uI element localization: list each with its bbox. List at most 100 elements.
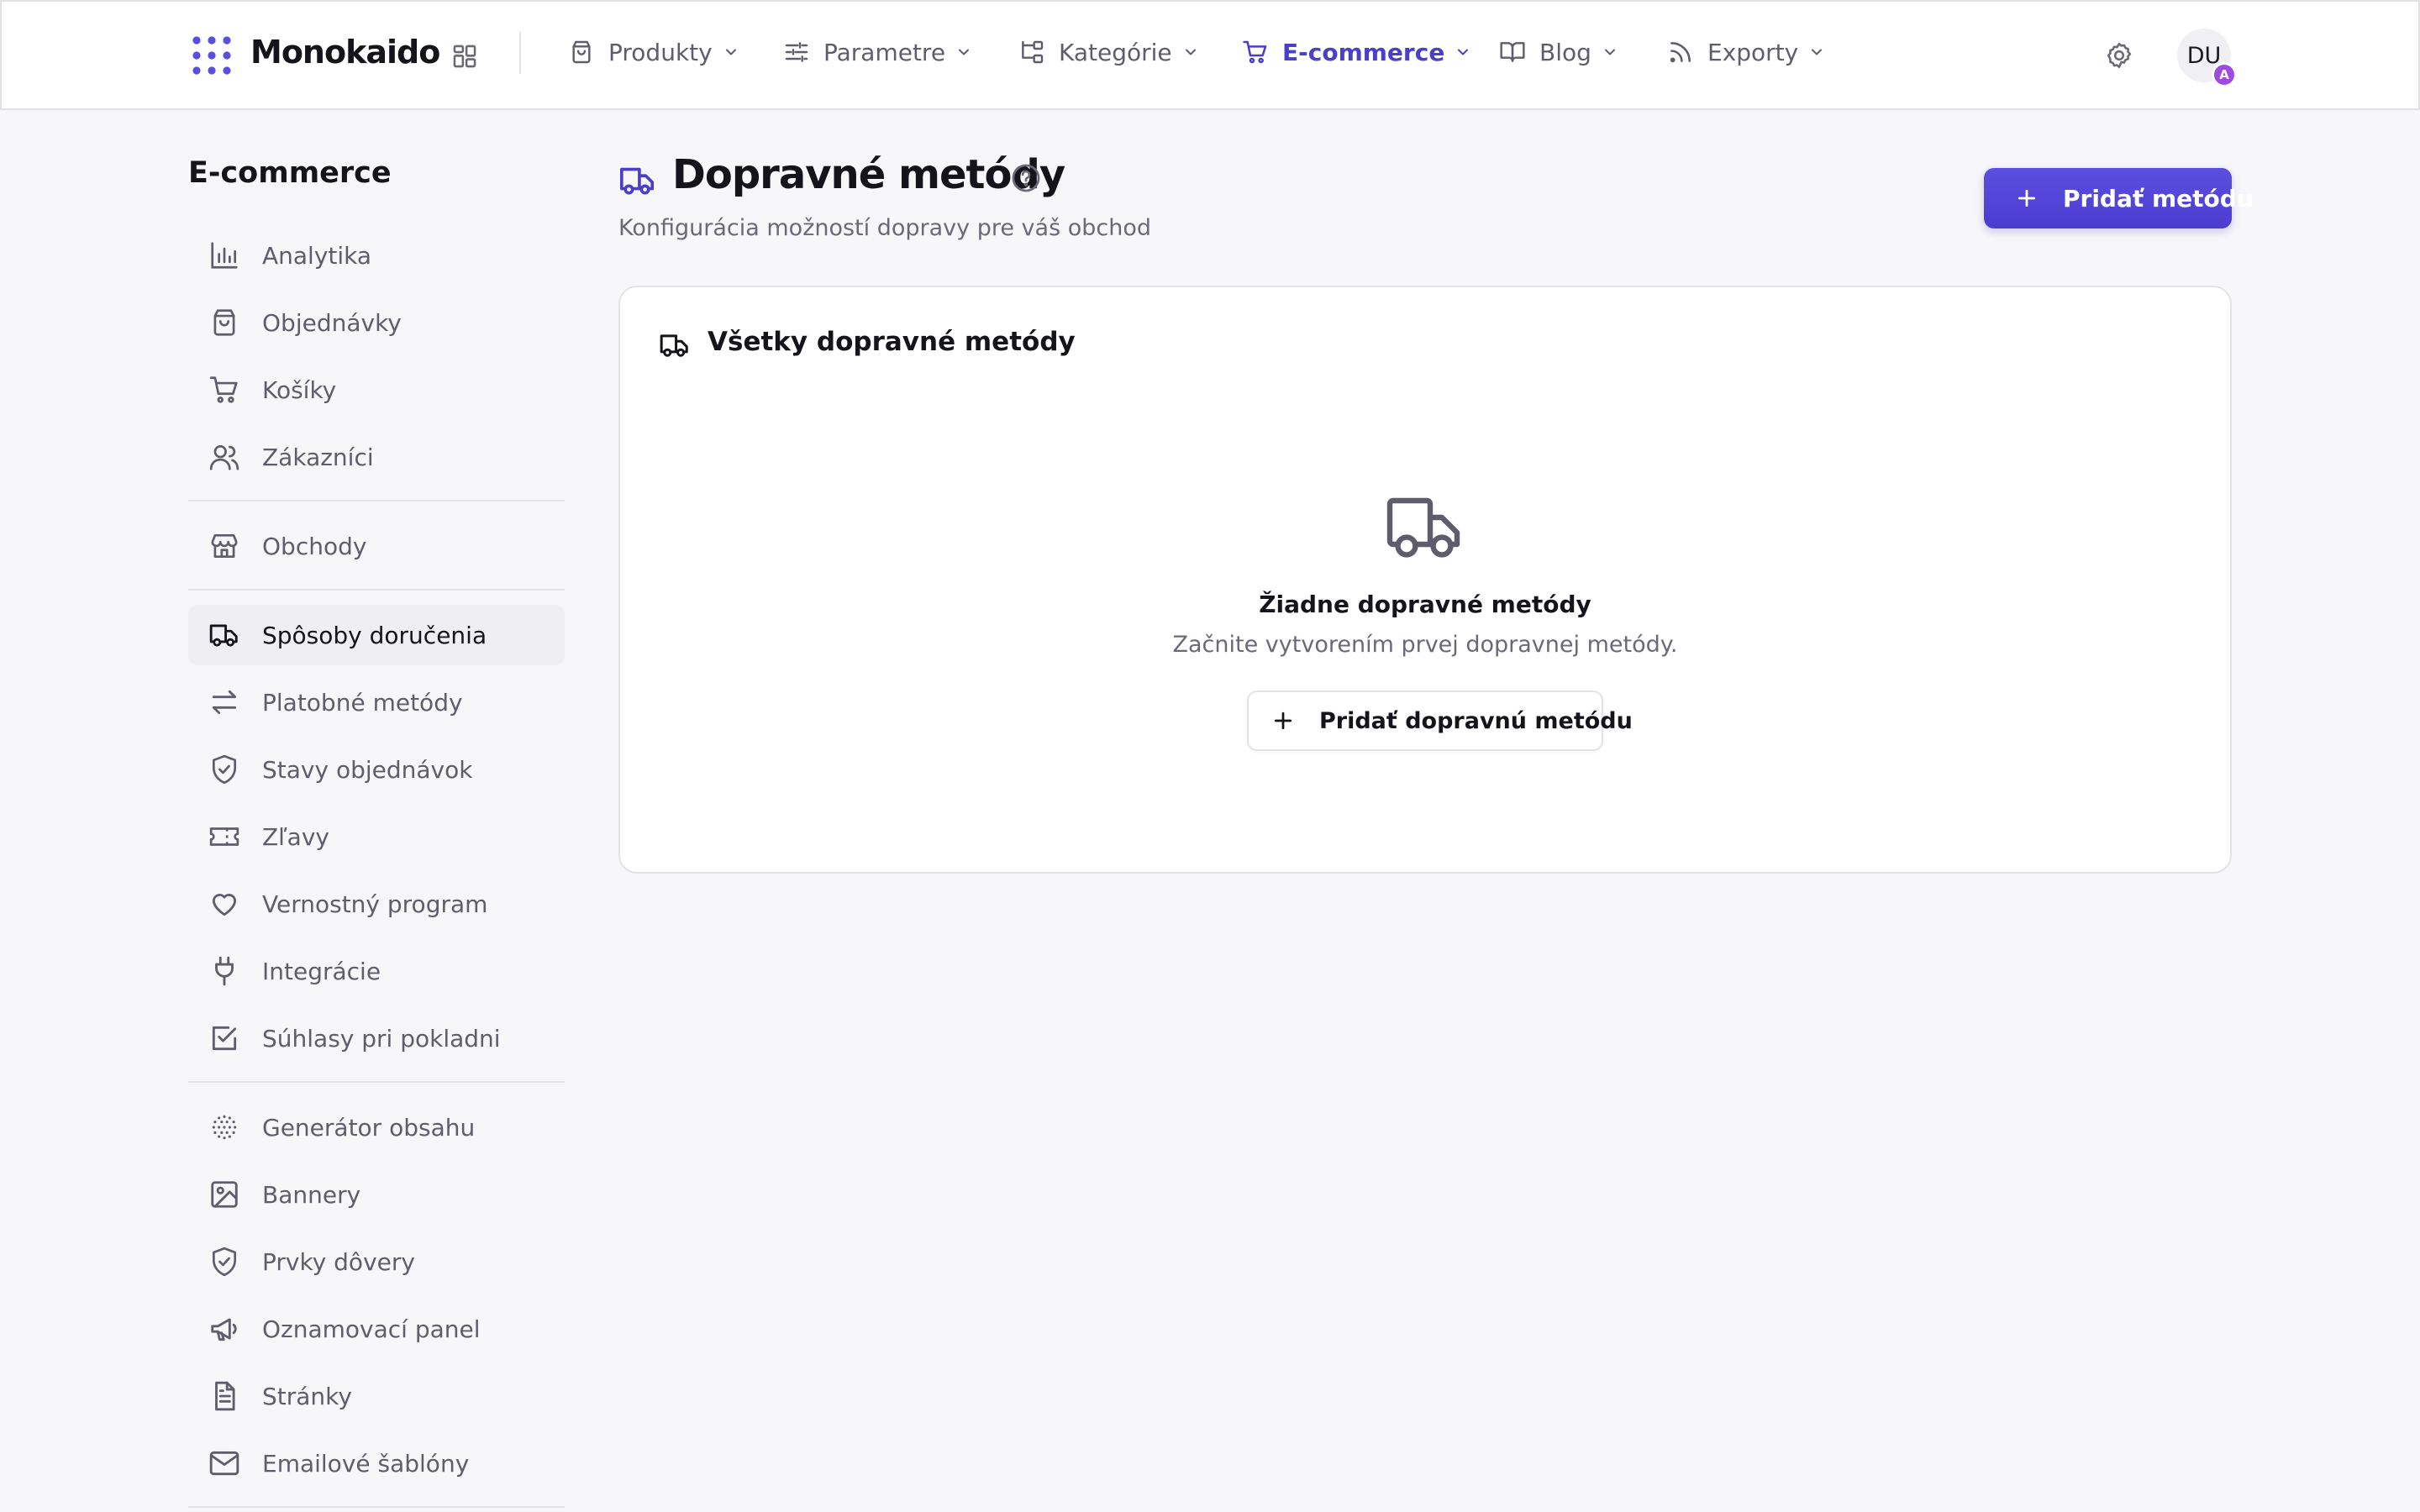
sidebar-item-label: Bannery <box>262 1180 361 1209</box>
add-method-button[interactable]: Pridať metódu <box>1984 168 2254 228</box>
sliders-icon <box>783 39 810 66</box>
sidebar-item-sposoby-dorucenia[interactable]: Spôsoby doručenia <box>188 605 565 665</box>
cart-icon <box>208 374 240 406</box>
empty-state-title: Žiadne dopravné metódy <box>1259 591 1591 618</box>
sidebar-item-analytika[interactable]: Analytika <box>188 225 565 286</box>
sidebar-item-stavy-objednavok[interactable]: Stavy objednávok <box>188 739 565 800</box>
book-icon <box>1499 39 1526 66</box>
page-subtitle: Konfigurácia možností dopravy pre váš ob… <box>618 215 1151 241</box>
sidebar-item-kosiky[interactable]: Košíky <box>188 360 565 420</box>
sidebar-item-label: Prvky dôvery <box>262 1247 415 1276</box>
empty-state-description: Začnite vytvorením prvej dopravnej metód… <box>1172 632 1678 658</box>
image-icon <box>208 1179 240 1210</box>
cart-icon <box>1242 39 1269 66</box>
sidebar-item-prvky-dovery[interactable]: Prvky dôvery <box>188 1231 565 1292</box>
sidebar-item-label: Zákazníci <box>262 443 374 471</box>
megaphone-icon <box>208 1313 240 1345</box>
rss-icon <box>1667 39 1694 66</box>
sidebar-title: E-commerce <box>188 156 392 190</box>
dotted-sphere-icon <box>208 1111 240 1143</box>
add-shipping-method-button[interactable]: Pridať dopravnú metódu <box>1247 690 1633 751</box>
chevron-down-icon <box>955 44 972 60</box>
add-method-button-label: Pridať metódu <box>2063 184 2254 213</box>
nav-item-label: E-commerce <box>1282 38 1445 66</box>
sidebar-item-vernostny-program[interactable]: Vernostný program <box>188 874 565 934</box>
sidebar-item-label: Generátor obsahu <box>262 1113 476 1142</box>
sidebar-item-label: Súhlasy pri pokladni <box>262 1024 501 1053</box>
sidebar-divider <box>188 500 565 501</box>
grid-icon[interactable] <box>450 42 479 71</box>
truck-icon <box>208 619 240 651</box>
sidebar-item-emailove-sablony[interactable]: Emailové šablóny <box>188 1433 565 1494</box>
shield-check-icon <box>208 753 240 785</box>
sidebar-item-zakaznici[interactable]: Zákazníci <box>188 427 565 487</box>
chevron-down-icon <box>1808 44 1825 60</box>
arrows-exchange-icon <box>208 686 240 718</box>
nav-item-label: Blog <box>1539 38 1591 66</box>
sidebar-item-bannery[interactable]: Bannery <box>188 1164 565 1225</box>
truck-icon <box>1383 487 1464 568</box>
sidebar-item-zlavy[interactable]: Zľavy <box>188 806 565 867</box>
ticket-icon <box>208 821 240 853</box>
chevron-down-icon <box>723 44 739 60</box>
page-title: Dopravné metódy <box>672 151 1065 198</box>
nav-item-kategorie[interactable]: Kategórie <box>1018 30 1199 74</box>
sidebar-divider <box>188 589 565 591</box>
sidebar-item-stranky[interactable]: Stránky <box>188 1366 565 1426</box>
nav-item-label: Parametre <box>823 38 946 66</box>
sidebar-item-label: Platobné metódy <box>262 688 463 717</box>
shield-check-icon <box>208 1246 240 1278</box>
sidebar-item-platobne-metody[interactable]: Platobné metódy <box>188 672 565 732</box>
help-icon[interactable] <box>1010 162 1042 194</box>
sidebar-item-label: Spôsoby doručenia <box>262 621 487 649</box>
sidebar-item-label: Analytika <box>262 241 372 270</box>
nav-divider <box>519 32 521 74</box>
sidebar-item-label: Stránky <box>262 1382 352 1410</box>
heart-icon <box>208 888 240 920</box>
sidebar-item-suhlasy-pri-pokladni[interactable]: Súhlasy pri pokladni <box>188 1008 565 1068</box>
sidebar-item-label: Oznamovací panel <box>262 1315 481 1343</box>
truck-icon <box>618 161 657 200</box>
sidebar-item-label: Stavy objednávok <box>262 755 473 784</box>
avatar-badge: A <box>2212 62 2237 87</box>
sidebar-item-label: Košíky <box>262 375 337 404</box>
sidebar-item-obchody[interactable]: Obchody <box>188 516 565 576</box>
nav-item-parametre[interactable]: Parametre <box>783 30 972 74</box>
plug-icon <box>208 955 240 987</box>
gear-icon[interactable] <box>2104 40 2134 71</box>
plus-icon <box>1270 708 1296 733</box>
truck-icon <box>659 329 691 361</box>
sidebar-item-integracie[interactable]: Integrácie <box>188 941 565 1001</box>
chevron-down-icon <box>1602 44 1618 60</box>
chevron-down-icon <box>1182 44 1199 60</box>
shopping-bag-icon <box>568 39 595 66</box>
shipping-methods-card <box>618 286 2232 874</box>
category-tree-icon <box>1018 39 1045 66</box>
store-icon <box>208 530 240 562</box>
sidebar-item-objednavky[interactable]: Objednávky <box>188 292 565 353</box>
sidebar-item-label: Integrácie <box>262 957 381 985</box>
plus-icon <box>2014 186 2039 211</box>
bar-chart-icon <box>208 239 240 271</box>
sidebar-item-label: Emailové šablóny <box>262 1449 470 1478</box>
app-name[interactable]: Monokaido <box>250 34 440 71</box>
sidebar-item-oznamovaci-panel[interactable]: Oznamovací panel <box>188 1299 565 1359</box>
nav-item-produkty[interactable]: Produkty <box>568 30 739 74</box>
nav-item-label: Exporty <box>1707 38 1799 66</box>
chevron-down-icon <box>1455 44 1471 60</box>
sidebar-item-label: Objednávky <box>262 308 402 337</box>
add-shipping-method-button-label: Pridať dopravnú metódu <box>1319 707 1633 734</box>
mail-icon <box>208 1447 240 1479</box>
nav-item-blog[interactable]: Blog <box>1499 30 1618 74</box>
logo-icon[interactable] <box>192 35 232 76</box>
sidebar-divider <box>188 1506 565 1508</box>
nav-item-exporty[interactable]: Exporty <box>1667 30 1825 74</box>
sidebar-item-generator-obsahu[interactable]: Generátor obsahu <box>188 1097 565 1158</box>
sidebar-item-label: Obchody <box>262 532 367 560</box>
shopping-bag-icon <box>208 307 240 339</box>
card-title: Všetky dopravné metódy <box>708 327 1076 357</box>
users-icon <box>208 441 240 473</box>
sidebar-divider <box>188 1081 565 1083</box>
nav-item-label: Produkty <box>608 38 713 66</box>
nav-item-ecommerce[interactable]: E-commerce <box>1242 30 1471 74</box>
